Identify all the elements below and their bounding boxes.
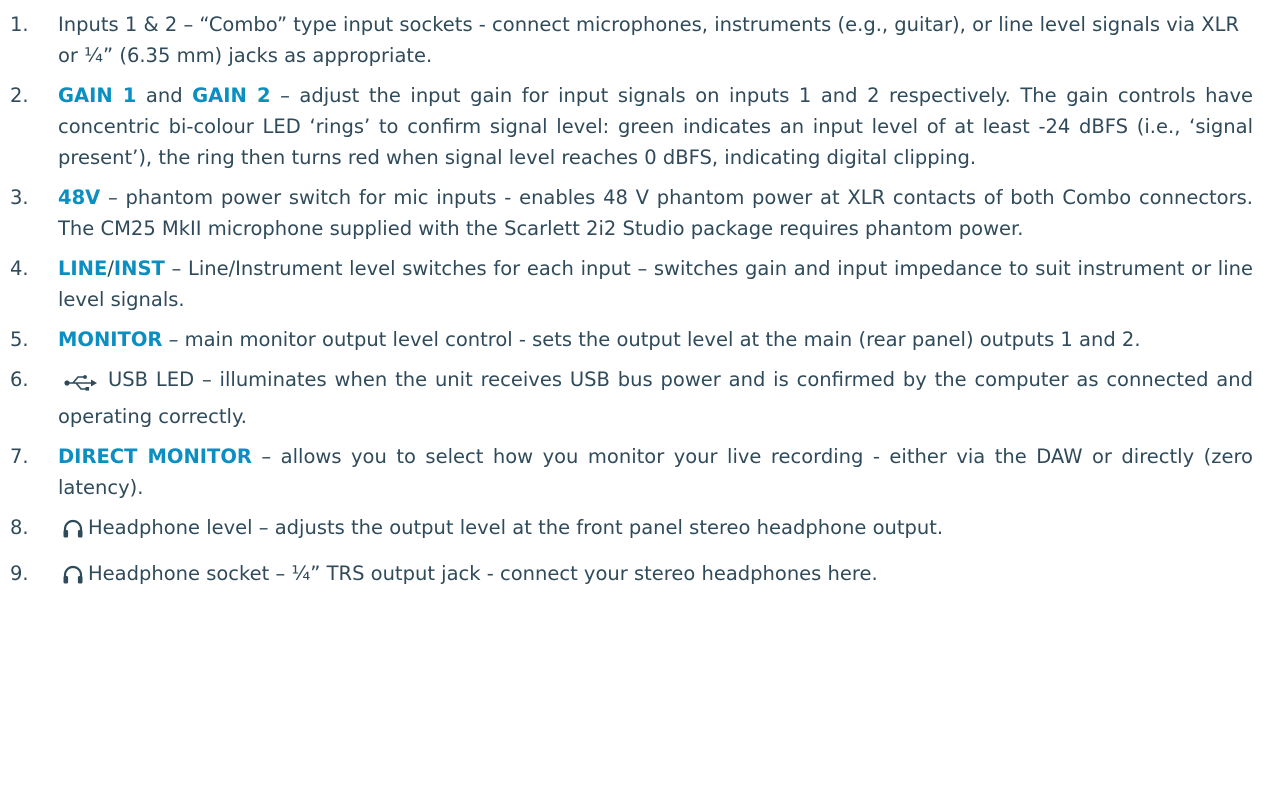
item-text: Headphone level – adjusts the output lev…	[88, 516, 944, 539]
item-number: 9.	[10, 562, 29, 585]
item-separator: /	[107, 257, 114, 280]
item-term: GAIN 1	[58, 84, 137, 107]
list-item: 6. USB LED – illuminates when the unit r…	[10, 364, 1253, 432]
item-number: 1.	[10, 13, 29, 36]
item-number: 4.	[10, 257, 29, 280]
usb-icon	[64, 370, 98, 401]
item-text: – main monitor output level control - se…	[162, 328, 1141, 351]
list-item: 4. LINE/INST – Line/Instrument level swi…	[10, 253, 1253, 315]
list-item: 7. DIRECT MONITOR – allows you to select…	[10, 441, 1253, 503]
item-number: 2.	[10, 84, 29, 107]
item-text: Headphone socket – ¼” TRS output jack - …	[88, 562, 878, 585]
item-number: 5.	[10, 328, 29, 351]
item-term: INST	[113, 257, 165, 280]
item-text: Inputs 1 & 2 – “Combo” type input socket…	[58, 13, 1240, 67]
list-item: 8. Headphone level – adjusts the output …	[10, 512, 1253, 549]
list-item: 1. Inputs 1 & 2 – “Combo” type input soc…	[10, 9, 1253, 71]
headphone-icon	[62, 564, 84, 595]
item-term: LINE	[58, 257, 108, 280]
item-number: 7.	[10, 445, 29, 468]
item-term: GAIN 2	[192, 84, 271, 107]
item-term: DIRECT MONITOR	[58, 445, 252, 468]
list-item: 2. GAIN 1 and GAIN 2 – adjust the input …	[10, 80, 1253, 173]
item-number: 6.	[10, 368, 29, 391]
list-item: 9. Headphone socket – ¼” TRS output jack…	[10, 558, 1253, 595]
headphone-icon	[62, 518, 84, 549]
item-connector: and	[136, 84, 193, 107]
list-item: 3. 48V – phantom power switch for mic in…	[10, 182, 1253, 244]
item-text: – Line/Instrument level switches for eac…	[58, 257, 1253, 311]
item-number: 8.	[10, 516, 29, 539]
item-text: USB LED – illuminates when the unit rece…	[58, 368, 1253, 428]
list-item: 5. MONITOR – main monitor output level c…	[10, 324, 1253, 355]
feature-list: 1. Inputs 1 & 2 – “Combo” type input soc…	[10, 9, 1253, 595]
page: 1. Inputs 1 & 2 – “Combo” type input soc…	[0, 0, 1263, 795]
item-text: – phantom power switch for mic inputs - …	[58, 186, 1253, 240]
item-term: 48V	[58, 186, 101, 209]
item-number: 3.	[10, 186, 29, 209]
item-term: MONITOR	[58, 328, 163, 351]
